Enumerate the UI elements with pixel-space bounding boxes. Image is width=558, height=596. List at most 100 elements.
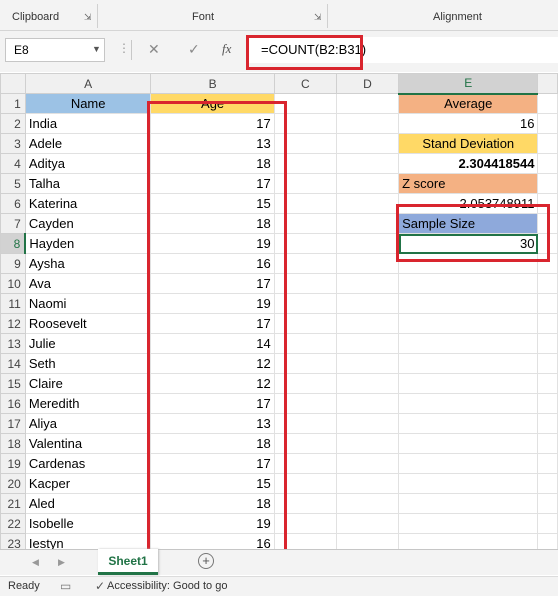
cell-e[interactable] [398, 473, 539, 494]
row-header[interactable]: 5 [0, 173, 26, 194]
cell-d[interactable] [335, 233, 400, 254]
row-header[interactable]: 9 [0, 253, 26, 274]
cell-a[interactable]: Valentina [24, 433, 152, 454]
cell-d[interactable] [335, 213, 400, 234]
cell-a[interactable]: Seth [24, 353, 152, 374]
row-header[interactable]: 21 [0, 493, 26, 514]
row-header[interactable]: 18 [0, 433, 26, 454]
cell-d[interactable] [335, 513, 400, 534]
row-header[interactable]: 17 [0, 413, 26, 434]
cell-e[interactable] [398, 373, 539, 394]
cell-d[interactable] [335, 473, 400, 494]
cell-d[interactable] [335, 173, 400, 194]
cell-f[interactable] [537, 433, 558, 454]
row-header[interactable]: 7 [0, 213, 26, 234]
cell-f[interactable] [537, 353, 558, 374]
cell-a[interactable]: Aliya [24, 413, 152, 434]
enter-icon[interactable]: ✓ [188, 41, 200, 58]
cell-f[interactable] [537, 113, 558, 134]
cell-a[interactable]: Cayden [24, 213, 152, 234]
cell-d[interactable] [335, 333, 400, 354]
cancel-icon[interactable]: ✕ [148, 41, 160, 58]
cell-e[interactable] [398, 333, 539, 354]
name-box[interactable]: E8 [5, 38, 105, 62]
cell-f[interactable] [537, 153, 558, 174]
clipboard-launcher-icon[interactable]: ⇲ [84, 12, 92, 23]
cell-e[interactable] [398, 453, 539, 474]
cell-d[interactable] [335, 93, 400, 114]
cell-d[interactable] [335, 493, 400, 514]
cell-e[interactable] [398, 513, 539, 534]
row-header[interactable]: 2 [0, 113, 26, 134]
cell-a[interactable]: Roosevelt [24, 313, 152, 334]
cell-f[interactable] [537, 93, 558, 114]
cell-e[interactable] [398, 413, 539, 434]
column-header-d[interactable]: D [335, 73, 400, 94]
cell-d[interactable] [335, 313, 400, 334]
cell-d[interactable] [335, 113, 400, 134]
accessibility-status[interactable]: Accessibility: Good to go [107, 580, 227, 592]
cell-d[interactable] [335, 293, 400, 314]
cell-a[interactable]: Hayden [24, 233, 152, 254]
row-header[interactable]: 23 [0, 533, 26, 549]
row-header[interactable]: 19 [0, 453, 26, 474]
cell-d[interactable] [335, 353, 400, 374]
row-header[interactable]: 11 [0, 293, 26, 314]
cell-a[interactable]: Name [24, 93, 152, 114]
cell-a[interactable]: Ava [24, 273, 152, 294]
cell-f[interactable] [537, 513, 558, 534]
cell-a[interactable]: Cardenas [24, 453, 152, 474]
cell-a[interactable]: Meredith [24, 393, 152, 414]
cell-a[interactable]: Adele [24, 133, 152, 154]
cell-e[interactable] [398, 293, 539, 314]
cell-a[interactable]: Aditya [24, 153, 152, 174]
column-header-b[interactable]: B [150, 73, 275, 94]
cell-a[interactable]: Naomi [24, 293, 152, 314]
add-sheet-plus-icon[interactable]: + [198, 553, 214, 569]
row-header[interactable]: 15 [0, 373, 26, 394]
cell-a[interactable]: Isobelle [24, 513, 152, 534]
font-launcher-icon[interactable]: ⇲ [314, 12, 322, 23]
row-header[interactable]: 16 [0, 393, 26, 414]
row-header[interactable]: 8 [0, 233, 27, 254]
row-header[interactable]: 22 [0, 513, 26, 534]
cell-f[interactable] [537, 333, 558, 354]
accessibility-icon[interactable]: ✓ [95, 579, 105, 593]
cell-f[interactable] [537, 473, 558, 494]
macro-record-icon[interactable]: ▭ [60, 579, 71, 593]
cell-a[interactable]: Claire [24, 373, 152, 394]
cell-e[interactable]: 16 [398, 113, 539, 134]
cell-d[interactable] [335, 533, 400, 549]
cell-a[interactable]: Julie [24, 333, 152, 354]
cell-f[interactable] [537, 173, 558, 194]
cell-d[interactable] [335, 193, 400, 214]
cell-f[interactable] [537, 413, 558, 434]
cell-d[interactable] [335, 393, 400, 414]
cell-d[interactable] [335, 453, 400, 474]
cell-e[interactable] [398, 313, 539, 334]
chevron-left-icon[interactable]: ◀ [32, 557, 39, 568]
cell-f[interactable] [537, 293, 558, 314]
cell-a[interactable]: Aysha [24, 253, 152, 274]
row-header[interactable]: 12 [0, 313, 26, 334]
cell-f[interactable] [537, 133, 558, 154]
cell-f[interactable] [537, 453, 558, 474]
cell-e[interactable] [398, 433, 539, 454]
sheet-tab-sheet1[interactable]: Sheet1 [98, 549, 158, 575]
cell-e[interactable] [398, 493, 539, 514]
cell-a[interactable]: Iestyn [24, 533, 152, 549]
row-header[interactable]: 6 [0, 193, 26, 214]
column-header-f[interactable] [537, 73, 558, 94]
cell-d[interactable] [335, 273, 400, 294]
cell-e[interactable] [398, 533, 539, 549]
column-header-e[interactable]: E [398, 73, 539, 95]
row-header[interactable]: 13 [0, 333, 26, 354]
cell-f[interactable] [537, 273, 558, 294]
row-header[interactable]: 10 [0, 273, 26, 294]
row-header[interactable]: 4 [0, 153, 26, 174]
cell-e[interactable] [398, 273, 539, 294]
cell-f[interactable] [537, 533, 558, 549]
cell-d[interactable] [335, 133, 400, 154]
cell-a[interactable]: India [24, 113, 152, 134]
cell-e[interactable]: Average [398, 93, 539, 114]
